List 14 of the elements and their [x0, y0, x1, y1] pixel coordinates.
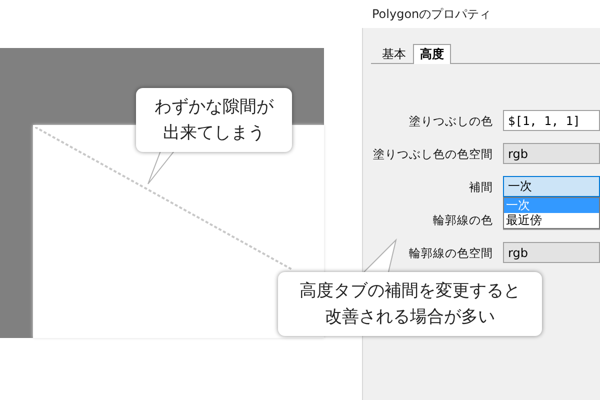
callout-text: 出来てしまう	[162, 122, 266, 145]
callout-text: 改善される場合が多い	[324, 306, 496, 329]
field-label: 塗りつぶしの色	[408, 112, 493, 128]
field-label: 輪郭線の色	[432, 212, 493, 228]
readonly-field[interactable]: rgb	[503, 143, 600, 164]
field-label: 輪郭線の色空間	[408, 244, 493, 260]
input-field[interactable]: $[1, 1, 1]	[503, 110, 600, 131]
callout-text: わずかな隙間が	[154, 96, 274, 119]
tab[interactable]: 高度	[413, 44, 451, 64]
readonly-field[interactable]: rgb	[503, 242, 600, 263]
select-field[interactable]: 一次	[503, 176, 600, 197]
callout-text: 高度タブの補間を変更すると	[298, 280, 522, 303]
field-label: 補間	[468, 178, 493, 194]
field-label: 塗りつぶし色の色空間	[372, 146, 493, 162]
